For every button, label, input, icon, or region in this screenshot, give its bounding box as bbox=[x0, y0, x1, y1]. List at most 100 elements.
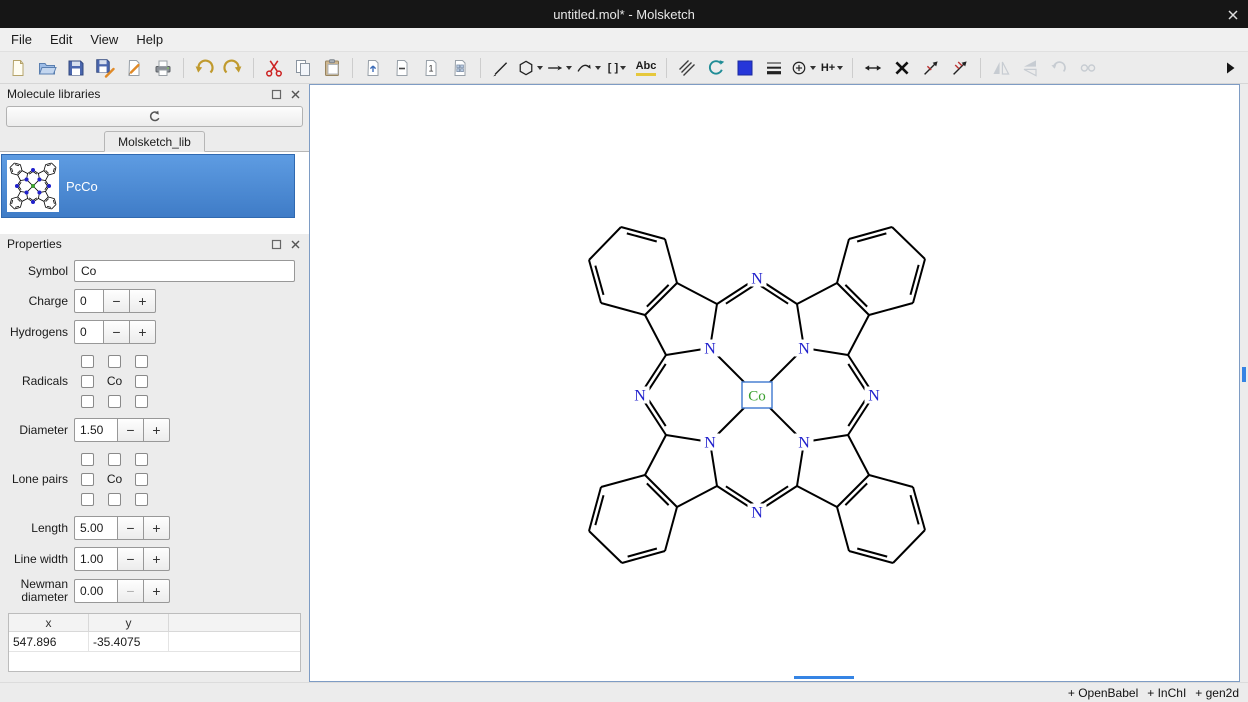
canvas-vscrollbar[interactable] bbox=[1240, 84, 1248, 682]
coord-y-value[interactable]: -35.4075 bbox=[89, 632, 169, 651]
dropdown-arrow-icon[interactable] bbox=[810, 66, 816, 70]
resize-bond-tool-icon[interactable] bbox=[860, 55, 886, 81]
line-width-increment-button[interactable]: + bbox=[143, 547, 170, 571]
save-icon[interactable] bbox=[63, 55, 89, 81]
status-gen2d[interactable]: + gen2d bbox=[1195, 686, 1239, 700]
charge-increment-button[interactable]: + bbox=[129, 289, 156, 313]
mechanism-arrow-2-icon[interactable] bbox=[947, 55, 973, 81]
ring-tool-icon[interactable] bbox=[517, 55, 543, 81]
radical-checkbox[interactable] bbox=[108, 355, 121, 368]
lone-pair-checkbox[interactable] bbox=[81, 453, 94, 466]
lone-pair-checkbox[interactable] bbox=[81, 473, 94, 486]
lone-pair-checkbox[interactable] bbox=[135, 453, 148, 466]
new-document-icon[interactable] bbox=[5, 55, 31, 81]
cut-icon[interactable] bbox=[261, 55, 287, 81]
properties-float-button[interactable] bbox=[269, 237, 283, 251]
lone-pair-checkbox[interactable] bbox=[81, 493, 94, 506]
coords-header-x[interactable]: x bbox=[9, 614, 89, 631]
dropdown-arrow-icon[interactable] bbox=[595, 66, 601, 70]
length-increment-button[interactable]: + bbox=[143, 516, 170, 540]
dropdown-arrow-icon[interactable] bbox=[837, 66, 843, 70]
properties-close-button[interactable] bbox=[288, 237, 302, 251]
radical-checkbox[interactable] bbox=[135, 395, 148, 408]
toolbar-extension-icon[interactable] bbox=[1217, 55, 1243, 81]
arrow-tool-icon[interactable] bbox=[546, 55, 572, 81]
drawing-canvas[interactable]: CoNNNNNNNN bbox=[309, 84, 1240, 682]
undo-icon[interactable] bbox=[191, 55, 217, 81]
charge-tool-icon[interactable] bbox=[790, 55, 816, 81]
delete-tool-icon[interactable] bbox=[889, 55, 915, 81]
hatch-tool-icon[interactable] bbox=[674, 55, 700, 81]
hydrogens-decrement-button[interactable]: − bbox=[103, 320, 130, 344]
diameter-increment-button[interactable]: + bbox=[143, 418, 170, 442]
line-width-value[interactable]: 1.00 bbox=[74, 547, 118, 571]
lone-pair-checkbox[interactable] bbox=[108, 493, 121, 506]
open-file-icon[interactable] bbox=[34, 55, 60, 81]
status-inchi[interactable]: + InChI bbox=[1147, 686, 1186, 700]
hydrogens-value[interactable]: 0 bbox=[74, 320, 104, 344]
dropdown-arrow-icon[interactable] bbox=[566, 66, 572, 70]
edit-document-icon[interactable] bbox=[121, 55, 147, 81]
newman-diameter-increment-button[interactable]: + bbox=[143, 579, 170, 603]
redo-icon[interactable] bbox=[220, 55, 246, 81]
draw-tool-icon[interactable] bbox=[488, 55, 514, 81]
libraries-float-button[interactable] bbox=[269, 87, 283, 101]
hydrogen-tool-icon[interactable]: H+ bbox=[819, 55, 845, 81]
window-close-button[interactable] bbox=[1226, 8, 1239, 21]
page-number-icon[interactable]: 1 bbox=[418, 55, 444, 81]
page-grid-icon[interactable] bbox=[447, 55, 473, 81]
newman-diameter-value[interactable]: 0.00 bbox=[74, 579, 118, 603]
canvas-vscroll-handle[interactable] bbox=[1242, 367, 1246, 382]
dropdown-arrow-icon[interactable] bbox=[620, 66, 626, 70]
lone-pair-checkbox[interactable] bbox=[135, 493, 148, 506]
lone-pair-tool-icon[interactable] bbox=[1075, 55, 1101, 81]
newman-diameter-decrement-button[interactable]: − bbox=[117, 579, 144, 603]
lone-pair-checkbox[interactable] bbox=[135, 473, 148, 486]
bracket-tool-icon[interactable]: [ ] bbox=[604, 55, 630, 81]
rotate-ccw-icon[interactable] bbox=[1046, 55, 1072, 81]
mechanism-arrow-1-icon[interactable] bbox=[918, 55, 944, 81]
diameter-decrement-button[interactable]: − bbox=[117, 418, 144, 442]
radical-checkbox[interactable] bbox=[108, 395, 121, 408]
menu-view[interactable]: View bbox=[81, 28, 127, 51]
menu-edit[interactable]: Edit bbox=[41, 28, 81, 51]
charge-value[interactable]: 0 bbox=[74, 289, 104, 313]
radical-checkbox[interactable] bbox=[81, 395, 94, 408]
save-as-icon[interactable] bbox=[92, 55, 118, 81]
diameter-value[interactable]: 1.50 bbox=[74, 418, 118, 442]
radical-checkbox[interactable] bbox=[135, 375, 148, 388]
refresh-libraries-button[interactable] bbox=[6, 106, 303, 127]
page-arrow-icon[interactable] bbox=[360, 55, 386, 81]
curved-arrow-tool-icon[interactable] bbox=[575, 55, 601, 81]
radical-checkbox[interactable] bbox=[81, 375, 94, 388]
coords-header-y[interactable]: y bbox=[89, 614, 169, 631]
copy-icon[interactable] bbox=[290, 55, 316, 81]
flip-vertical-icon[interactable] bbox=[1017, 55, 1043, 81]
radical-checkbox[interactable] bbox=[81, 355, 94, 368]
flip-horizontal-icon[interactable] bbox=[988, 55, 1014, 81]
print-icon[interactable] bbox=[150, 55, 176, 81]
color-swatch-icon[interactable] bbox=[732, 55, 758, 81]
menu-file[interactable]: File bbox=[2, 28, 41, 51]
length-value[interactable]: 5.00 bbox=[74, 516, 118, 540]
charge-decrement-button[interactable]: − bbox=[103, 289, 130, 313]
library-item-pcco[interactable]: PcCo bbox=[1, 154, 295, 218]
radical-checkbox[interactable] bbox=[135, 355, 148, 368]
libraries-close-button[interactable] bbox=[288, 87, 302, 101]
line-width-tool-icon[interactable] bbox=[761, 55, 787, 81]
tab-molsketch-lib[interactable]: Molsketch_lib bbox=[104, 131, 205, 152]
hydrogens-increment-button[interactable]: + bbox=[129, 320, 156, 344]
symbol-input[interactable] bbox=[74, 260, 295, 282]
coord-x-value[interactable]: 547.896 bbox=[9, 632, 89, 651]
paste-icon[interactable] bbox=[319, 55, 345, 81]
canvas-hscroll-handle[interactable] bbox=[794, 676, 854, 679]
rotate-tool-icon[interactable] bbox=[703, 55, 729, 81]
menu-help[interactable]: Help bbox=[127, 28, 172, 51]
text-tool-icon[interactable]: Abc bbox=[633, 55, 659, 81]
lone-pair-checkbox[interactable] bbox=[108, 453, 121, 466]
length-decrement-button[interactable]: − bbox=[117, 516, 144, 540]
status-openbabel[interactable]: + OpenBabel bbox=[1068, 686, 1138, 700]
page-minus-icon[interactable] bbox=[389, 55, 415, 81]
dropdown-arrow-icon[interactable] bbox=[537, 66, 543, 70]
line-width-decrement-button[interactable]: − bbox=[117, 547, 144, 571]
